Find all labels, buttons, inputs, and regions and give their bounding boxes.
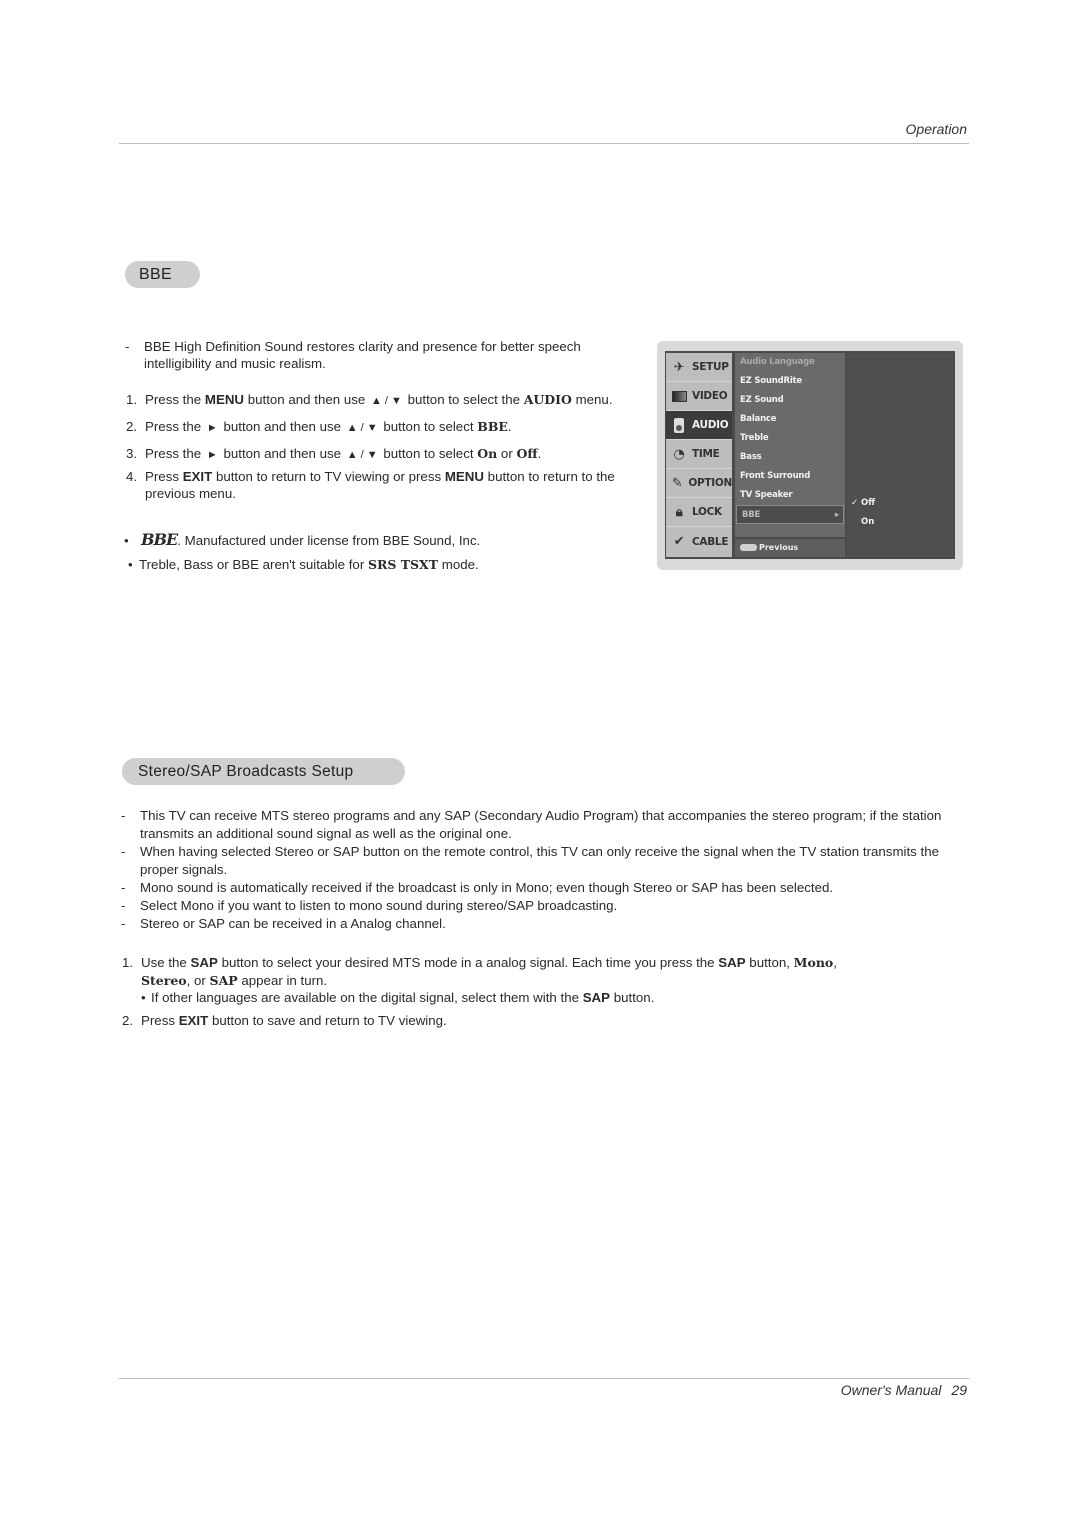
sap-bullet: - This TV can receive MTS stereo programs… [121,808,942,841]
page-number: 29 [951,1382,967,1398]
bbe-license-note: • BBE. Manufactured under license from BB… [124,530,481,549]
header-divider [119,143,969,144]
sap-step-2: 2. Press EXIT button to save and return t… [122,1013,447,1028]
clock-icon: ◔ [673,446,685,462]
sap-bullet: - Mono sound is automatically received if… [121,880,834,895]
sap-bullet: - Select Mono if you want to listen to mo… [121,898,618,913]
bbe-intro-text: BBE High Definition Sound restores clari… [144,339,581,371]
page-footer: Owner's Manual 29 [841,1382,967,1398]
tab-time: ◔ TIME [666,440,732,469]
footer-divider [119,1378,969,1379]
bbe-step-3: 3. Press the ► button and then use ▲ / ▼… [126,446,542,461]
checkmark-icon: ✓ [851,498,859,508]
tab-cable: ✔ CABLE [666,527,732,556]
menu-key-icon [740,544,757,551]
bbe-step-1: 1. Press the MENU button and then use ▲ … [126,392,613,407]
menu-tabs: ✈ SETUP VIDEO AUDIO ◔ TIME ✎ OPTION 🔒︎ LOCK … [666,353,732,557]
bbe-options: ✓ Off On [847,353,953,557]
up-down-arrows-icon: ▲ / ▼ [346,449,378,461]
menu-item-ez-sound: EZ Sound [740,395,784,405]
menu-item-bbe: BBE ▸ [736,505,844,524]
submenu-arrow-icon: ▸ [834,510,839,520]
up-down-arrows-icon: ▲ / ▼ [346,422,378,434]
right-arrow-icon: ► [206,422,218,434]
right-arrow-icon: ► [206,449,218,461]
wrench-icon: ✎ [671,475,683,491]
screen-icon [670,388,688,404]
tab-option: ✎ OPTION [666,469,732,498]
cable-icon: ✔ [673,534,685,549]
manual-label: Owner's Manual [840,1382,942,1398]
option-off: ✓ Off [851,498,876,508]
up-down-arrows-icon: ▲ / ▼ [370,395,402,407]
tab-setup: ✈ SETUP [666,353,732,382]
bbe-step-2: 2. Press the ► button and then use ▲ / ▼… [126,419,512,434]
sap-step-1: 1. Use the SAP button to select your des… [122,955,837,988]
bbe-step-4: 4. Press EXIT button to return to TV vie… [126,469,615,501]
tab-audio: AUDIO [666,411,732,440]
sap-bullets: - This TV can receive MTS stereo programs… [121,807,951,933]
sap-step-1-note: • If other languages are available on the… [141,990,655,1005]
tab-video: VIDEO [666,382,732,411]
section-title: Operation [905,121,967,137]
audio-menu-screenshot: ✈ SETUP VIDEO AUDIO ◔ TIME ✎ OPTION 🔒︎ LOCK … [657,341,963,570]
padlock-icon: 🔒︎ [675,504,683,520]
menu-item-front-surround: Front Surround [740,471,811,481]
menu-item-audio-language: Audio Language [740,357,815,367]
bbe-heading: BBE [125,261,200,288]
audio-menu-items: Audio Language EZ SoundRite EZ Sound Bal… [735,353,845,537]
bbe-logo: BBE [141,530,178,549]
sap-bullet: - When having selected Stereo or SAP butt… [121,844,939,877]
menu-item-ez-soundrite: EZ SoundRite [740,376,802,386]
option-on: On [861,517,875,527]
menu-item-treble: Treble [740,433,769,443]
previous-hint: Previous [735,539,845,557]
menu-item-balance: Balance [740,414,777,424]
sap-heading: Stereo/SAP Broadcasts Setup [122,758,405,785]
speaker-icon [670,417,688,433]
menu-item-tv-speaker: TV Speaker [740,490,793,500]
bbe-intro: - BBE High Definition Sound restores clar… [125,338,645,372]
tab-lock: 🔒︎ LOCK [666,498,732,527]
menu-item-bass: Bass [740,452,762,462]
satellite-icon: ✈ [673,359,685,375]
sap-bullet: - Stereo or SAP can be received in a Anal… [121,916,446,931]
bbe-suitability-note: • Treble, Bass or BBE aren't suitable for… [128,557,479,572]
dash-marker: - [125,339,130,354]
